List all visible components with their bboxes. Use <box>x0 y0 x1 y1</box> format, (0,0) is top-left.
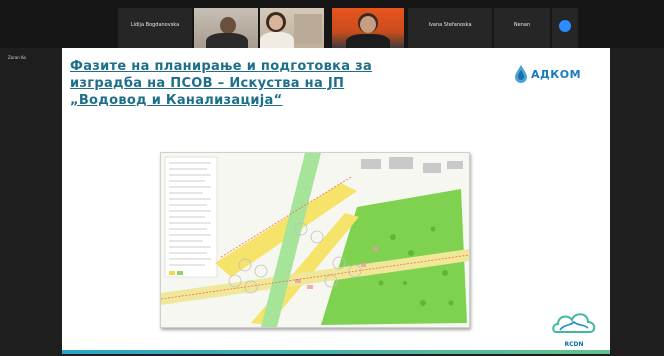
slide-title: Фазите на планирање и подготовка за изгр… <box>70 59 373 108</box>
participant-tile-1[interactable]: Lidija Bogdanovska <box>118 8 192 48</box>
rcdn-label: RCDN <box>564 341 584 348</box>
rcdn-logo-icon <box>552 313 596 333</box>
participant-head <box>220 17 236 34</box>
participant-name: Lidija Bogdanovska <box>130 22 180 28</box>
water-drop-icon <box>515 65 527 83</box>
participant-body <box>206 33 248 48</box>
participant-face <box>360 16 376 33</box>
participant-tile-3[interactable]: Nenan <box>494 8 550 48</box>
participant-body <box>346 34 390 48</box>
brand-name: АДКОМ <box>531 67 582 81</box>
slide-footer-bar <box>62 350 610 354</box>
participant-tile-2[interactable]: Ivana Stefanoska <box>408 8 492 48</box>
background-shelf <box>294 14 322 44</box>
shared-screen-slide: Фазите на планирање и подготовка за изгр… <box>62 48 610 354</box>
participant-video-3[interactable] <box>332 8 404 48</box>
participant-label: Zoran Ko <box>8 55 26 60</box>
participant-face <box>269 15 283 30</box>
participant-name: Nenan <box>513 22 531 28</box>
participant-avatar-icon <box>559 20 571 32</box>
video-gallery-strip: Lidija Bogdanovska Ivana Stefanoska Nena… <box>0 0 664 48</box>
participant-video-1[interactable] <box>194 8 258 48</box>
brand-logo: АДКОМ <box>514 62 581 86</box>
plan-drawing <box>161 153 469 327</box>
plan-legend <box>164 156 218 278</box>
participant-video-2[interactable] <box>260 8 324 48</box>
rcdn-logo: RCDN <box>550 304 598 348</box>
participant-tile-4[interactable] <box>552 8 578 48</box>
participant-name: Ivana Stefanoska <box>428 22 472 28</box>
urban-plan-map <box>160 152 470 328</box>
participant-body <box>260 32 294 48</box>
